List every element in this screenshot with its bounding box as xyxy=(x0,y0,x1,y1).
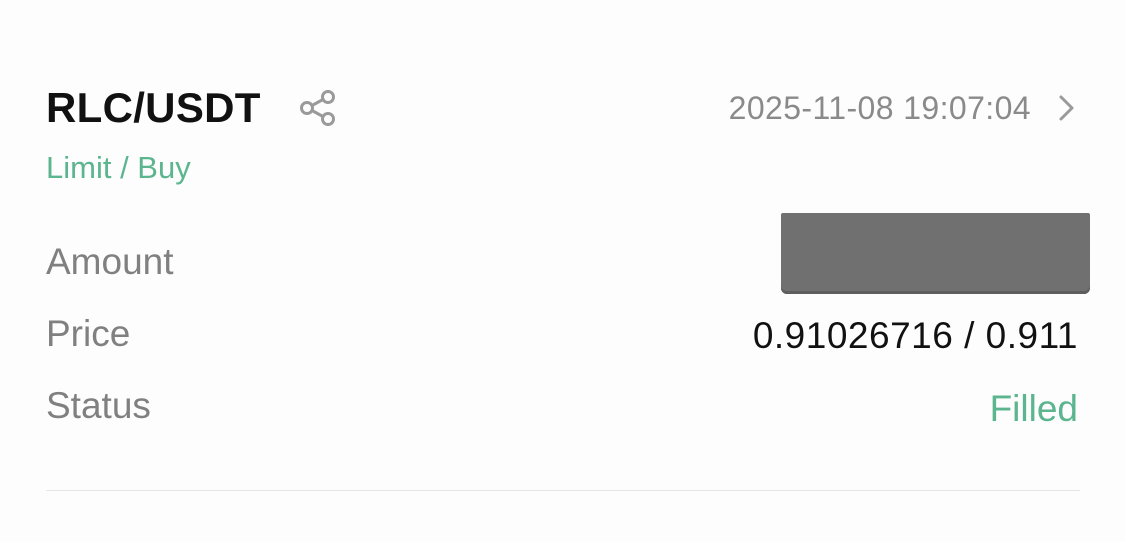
price-value: 0.91026716 / 0.911 xyxy=(752,315,1078,356)
status-label: Status xyxy=(46,385,151,426)
divider xyxy=(46,490,1080,491)
order-card[interactable]: RLC/USDT 2025-11-08 19:07:04 Limit / Buy… xyxy=(0,0,1125,542)
order-type: Limit / Buy xyxy=(46,150,191,185)
price-label: Price xyxy=(46,313,131,354)
chevron-right-icon[interactable] xyxy=(1056,93,1078,123)
share-icon[interactable] xyxy=(297,87,339,129)
amount-label: Amount xyxy=(46,241,174,282)
order-timestamp: 2025-11-08 19:07:04 xyxy=(728,90,1031,126)
amount-value-redacted xyxy=(781,213,1090,294)
status-value: Filled xyxy=(989,388,1078,429)
trading-pair: RLC/USDT xyxy=(46,84,261,131)
